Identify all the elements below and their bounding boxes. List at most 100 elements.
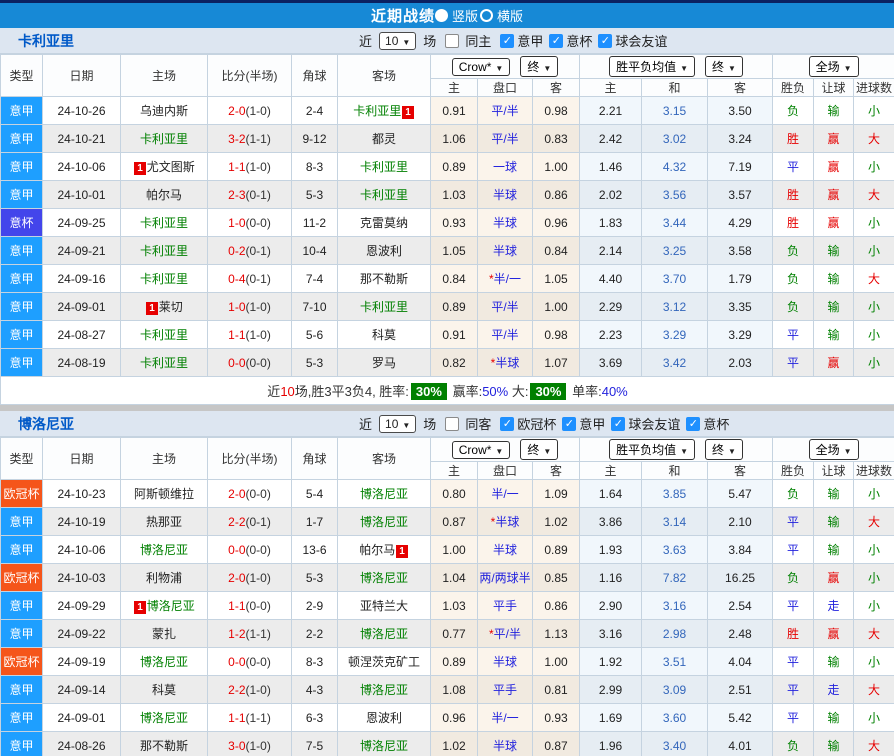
same-venue-checkbox[interactable] [445, 34, 459, 48]
league-cell: 欧冠杯 [1, 564, 43, 592]
corners-cell: 5-4 [292, 480, 338, 508]
score-cell: 3-2(1-1) [208, 125, 292, 153]
result-value: 负 [787, 300, 799, 314]
column-header: 角球 [292, 55, 338, 97]
home-odds-cell: 0.87 [431, 508, 478, 536]
date-cell: 24-10-06 [43, 536, 121, 564]
home-odds-cell: 1.06 [431, 125, 478, 153]
handicap-name: 平/半 [491, 104, 518, 118]
draw-odds-value: 3.85 [663, 487, 686, 501]
score-cell: 2-2(0-1) [208, 508, 292, 536]
header-dropdown[interactable]: Crow*▼ [452, 441, 511, 459]
header-dropdown[interactable]: 终▼ [520, 56, 558, 77]
team-label: 博洛尼亚 [360, 683, 408, 697]
home-team-cell: 卡利亚里 [121, 209, 208, 237]
home-odds-cell: 1.04 [431, 564, 478, 592]
league-cell: 意甲 [1, 536, 43, 564]
header-dropdown[interactable]: 终▼ [520, 439, 558, 460]
fulltime-score: 1-0 [228, 216, 245, 230]
away-odds-cell: 1.09 [533, 480, 580, 508]
header-dropdown[interactable]: 终▼ [705, 439, 743, 460]
home-odds-cell: 1.08 [431, 676, 478, 704]
near-label: 近 [359, 414, 372, 433]
date-cell: 24-10-23 [43, 480, 121, 508]
team-label: 卡利亚里 [140, 272, 188, 286]
team-name: 卡利亚里 [18, 31, 74, 51]
away-team-cell: 恩波利 [338, 704, 431, 732]
league-checkbox[interactable]: ✓ [686, 417, 700, 431]
sub-column-header: 客 [533, 462, 580, 480]
goals-cell: 小 [854, 480, 894, 508]
result-cell: 胜 [773, 181, 814, 209]
league-checkbox[interactable]: ✓ [598, 34, 612, 48]
vertical-radio-label: 竖版 [452, 6, 478, 25]
letgoal-value: 输 [828, 487, 840, 501]
win-odds-cell: 1.16 [580, 564, 642, 592]
league-checkbox[interactable]: ✓ [549, 34, 563, 48]
header-dropdown[interactable]: 全场▼ [809, 56, 859, 77]
score-cell: 0-2(0-1) [208, 237, 292, 265]
same-venue-checkbox[interactable] [445, 417, 459, 431]
home-team-cell: 科莫 [121, 676, 208, 704]
recent-count-select[interactable]: 10▼ [379, 415, 416, 433]
team-label: 博洛尼亚 [360, 627, 408, 641]
score-cell: 0-4(0-1) [208, 265, 292, 293]
vertical-radio[interactable] [435, 9, 448, 22]
sub-column-header: 让球 [814, 79, 854, 97]
header-dropdown[interactable]: 胜平负均值▼ [609, 439, 695, 460]
header-dropdown[interactable]: 全场▼ [809, 439, 859, 460]
date-cell: 24-09-14 [43, 676, 121, 704]
league-checkbox[interactable]: ✓ [500, 34, 514, 48]
chevron-down-icon: ▼ [844, 64, 852, 73]
result-value: 负 [787, 739, 799, 753]
table-head: 类型日期主场比分(半场)角球客场Crow*▼终▼胜平负均值▼终▼全场▼主盘口客主… [1, 55, 894, 97]
away-odds-cell: 0.81 [533, 676, 580, 704]
header-dropdown[interactable]: 终▼ [705, 56, 743, 77]
league-cell: 意甲 [1, 592, 43, 620]
league-checkbox[interactable]: ✓ [562, 417, 576, 431]
handicap-cell: 半球 [478, 209, 533, 237]
league-checkbox-label: 欧冠杯 [517, 414, 556, 433]
league-checkbox-label: 意杯 [566, 31, 592, 50]
letgoal-value: 输 [828, 272, 840, 286]
result-cell: 平 [773, 153, 814, 181]
draw-odds-value: 3.70 [663, 272, 686, 286]
league-checkbox[interactable]: ✓ [611, 417, 625, 431]
letgoal-value: 赢 [828, 356, 840, 370]
halftime-score: (0-0) [246, 487, 271, 501]
horizontal-radio[interactable] [480, 9, 493, 22]
handicap-cell: 平/半 [478, 125, 533, 153]
draw-odds-value: 3.15 [663, 104, 686, 118]
league-checkbox-label: 意杯 [703, 414, 729, 433]
corners-cell: 1-7 [292, 508, 338, 536]
team-label: 克雷莫纳 [360, 216, 408, 230]
home-team-cell: 卡利亚里 [121, 125, 208, 153]
win-odds-cell: 4.40 [580, 265, 642, 293]
team-label: 卡利亚里 [140, 132, 188, 146]
league-checkbox[interactable]: ✓ [500, 417, 514, 431]
goals-cell: 小 [854, 704, 894, 732]
draw-odds-cell: 3.02 [642, 125, 708, 153]
team-label: 都灵 [372, 132, 396, 146]
match-row: 意甲24-09-14科莫2-2(1-0)4-3博洛尼亚1.08平手0.812.9… [1, 676, 894, 704]
header-dropdown[interactable]: Crow*▼ [452, 58, 511, 76]
league-cell: 意甲 [1, 676, 43, 704]
date-cell: 24-09-16 [43, 265, 121, 293]
away-odds-cell: 0.84 [533, 237, 580, 265]
recent-count-select[interactable]: 10▼ [379, 32, 416, 50]
letgoal-cell: 赢 [814, 181, 854, 209]
goals-value: 小 [868, 160, 880, 174]
chevron-down-icon: ▼ [680, 64, 688, 73]
win-odds-cell: 1.96 [580, 732, 642, 756]
column-header: 比分(半场) [208, 55, 292, 97]
sub-column-header: 主 [580, 462, 642, 480]
handicap-name: 半/一 [494, 272, 521, 286]
letgoal-cell: 输 [814, 648, 854, 676]
team-label: 博洛尼亚 [140, 711, 188, 725]
header-dropdown[interactable]: 胜平负均值▼ [609, 56, 695, 77]
away-odds-cell: 1.00 [533, 648, 580, 676]
result-value: 平 [787, 599, 799, 613]
date-cell: 24-09-21 [43, 237, 121, 265]
same-venue-label: 同主 [465, 31, 491, 50]
match-row: 意甲24-10-19热那亚2-2(0-1)1-7博洛尼亚0.87*半球1.023… [1, 508, 894, 536]
